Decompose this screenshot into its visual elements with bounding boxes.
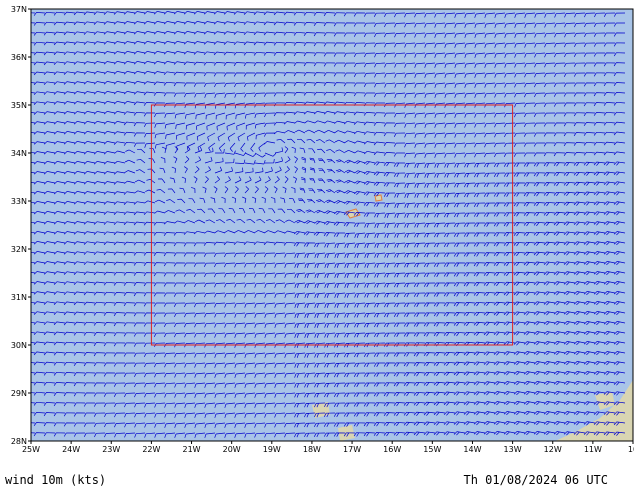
lon-tick-label: 21W <box>182 445 200 454</box>
lon-tick-label: 25W <box>22 445 40 454</box>
lon-tick-label: 13W <box>504 445 522 454</box>
wind-map: 37N36N35N34N33N32N31N30N29N28N 25W 24W 23W… <box>11 5 634 454</box>
lat-tick-label: 33N <box>11 197 27 206</box>
valid-time-label: Th 01/08/2024 06 UTC <box>463 473 609 487</box>
lon-tick-label: 19W <box>263 445 281 454</box>
lon-tick-label: 10 <box>628 445 634 454</box>
sea-background <box>31 9 633 441</box>
lon-tick-label: 22W <box>142 445 160 454</box>
lon-tick-label: 20W <box>223 445 241 454</box>
lon-tick-label: 12W <box>544 445 562 454</box>
lat-tick-label: 31N <box>11 293 27 302</box>
lon-tick-label: 14W <box>463 445 481 454</box>
lat-tick-label: 32N <box>11 245 27 254</box>
lat-tick-label: 29N <box>11 389 27 398</box>
lon-tick-label: 17W <box>343 445 361 454</box>
variable-label: wind 10m (kts) <box>5 473 107 487</box>
lat-tick-label: 35N <box>11 101 27 110</box>
lon-tick-label: 15W <box>423 445 441 454</box>
lon-tick-label: 16W <box>383 445 401 454</box>
lon-tick-label: 23W <box>102 445 120 454</box>
lat-tick-label: 30N <box>11 341 27 350</box>
lat-tick-label: 37N <box>11 5 27 14</box>
longitude-axis: 25W 24W 23W 22W 21W 20W 19W 18W 17W 16W 15W 14W 13W 1… <box>22 441 634 454</box>
lon-tick-label: 11W <box>584 445 602 454</box>
land-porto-santo <box>374 194 383 202</box>
lat-tick-label: 34N <box>11 149 27 158</box>
lon-tick-label: 18W <box>303 445 321 454</box>
lat-tick-label: 36N <box>11 53 27 62</box>
latitude-axis: 37N36N35N34N33N32N31N30N29N28N <box>11 5 31 446</box>
lon-tick-label: 24W <box>62 445 80 454</box>
